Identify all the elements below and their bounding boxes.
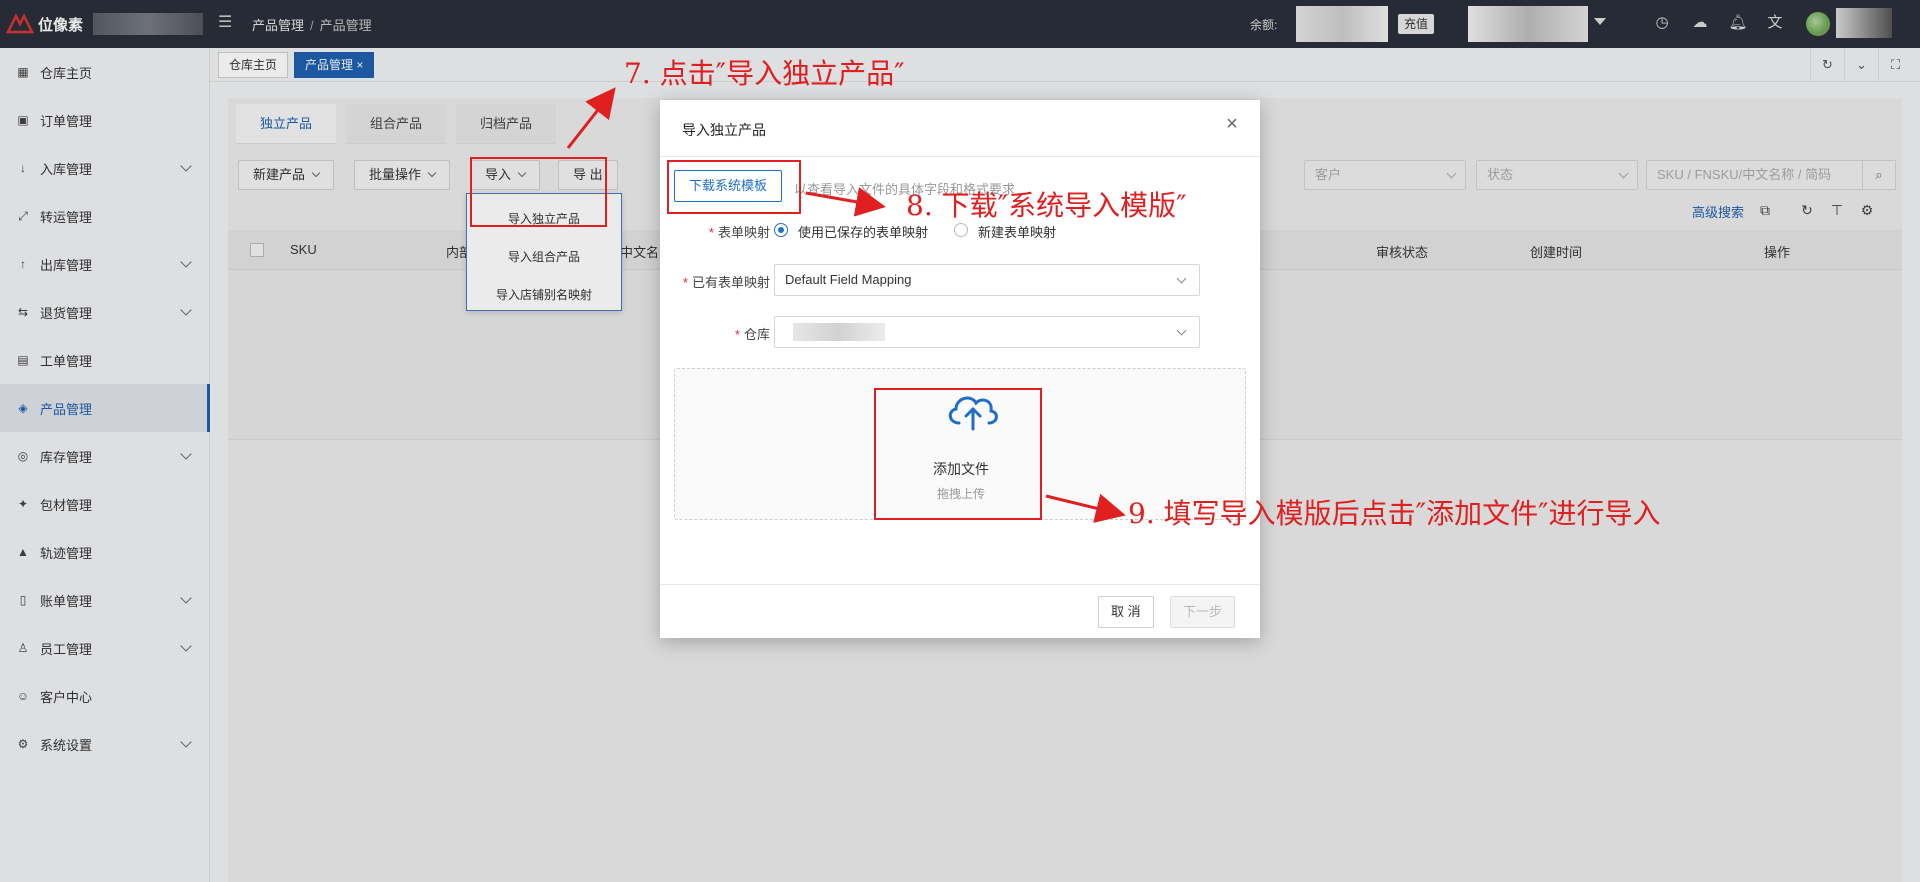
annotation-step-7: 7. 点击″导入独立产品″ xyxy=(624,57,905,90)
annotation-step-8: 8. 下载″系统导入模版″ xyxy=(906,189,1187,222)
annotation-arrows xyxy=(566,87,1126,523)
annotation-step-9: 9. 填写导入模版后点击″添加文件″进行导入 xyxy=(1128,497,1661,530)
